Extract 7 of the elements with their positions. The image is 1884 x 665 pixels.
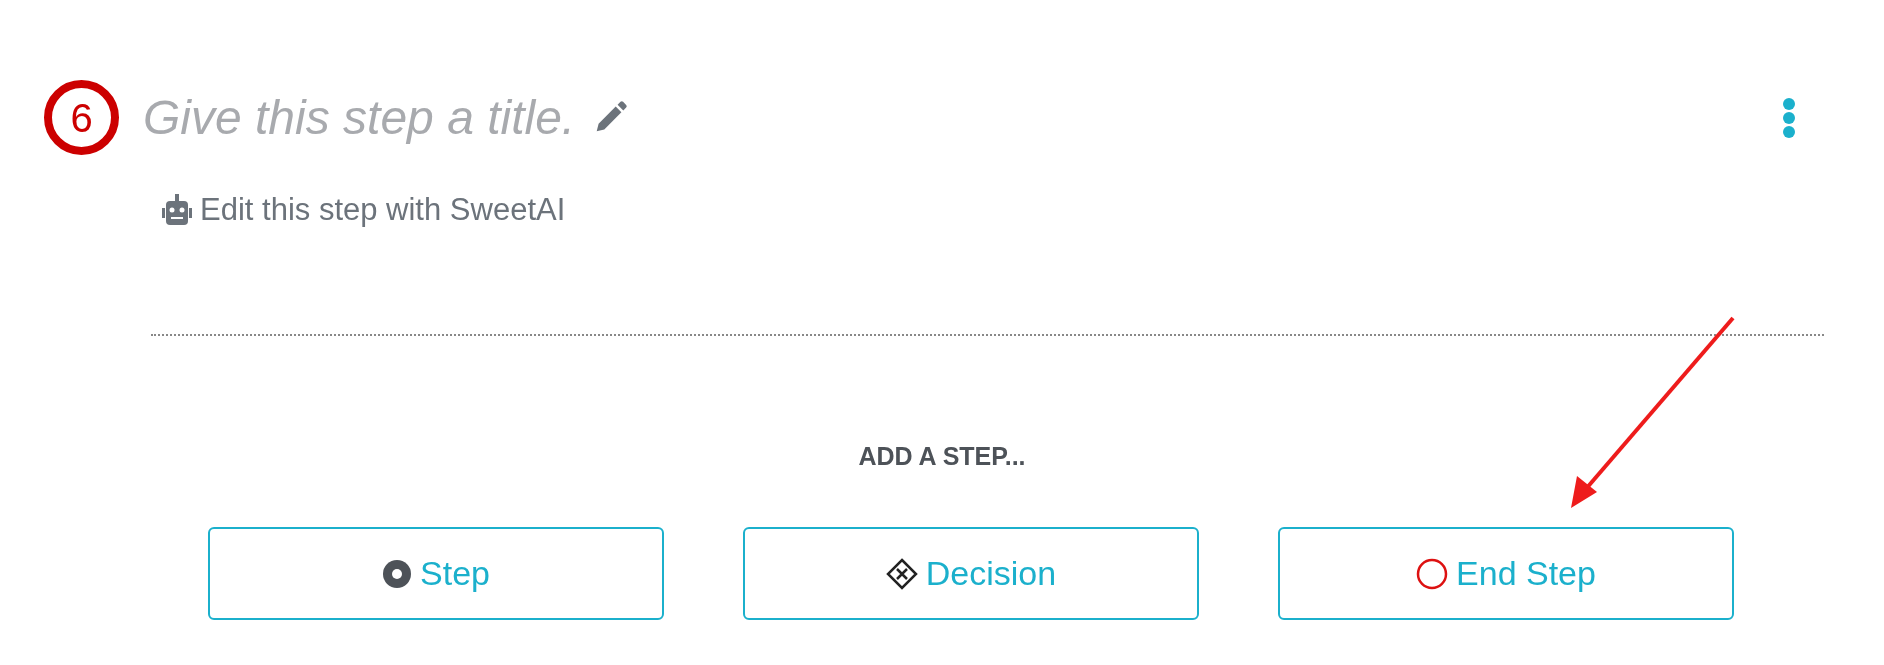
add-step-heading: ADD A STEP...	[857, 440, 1027, 472]
title-placeholder[interactable]: Give this step a title.	[143, 93, 576, 142]
add-step-button[interactable]: Step	[208, 527, 664, 620]
add-end-step-button[interactable]: End Step	[1278, 527, 1734, 620]
add-decision-button[interactable]: Decision	[743, 527, 1199, 620]
edit-with-ai-link[interactable]: Edit this step with SweetAI	[200, 187, 566, 234]
step-number-badge: 6	[44, 80, 119, 155]
